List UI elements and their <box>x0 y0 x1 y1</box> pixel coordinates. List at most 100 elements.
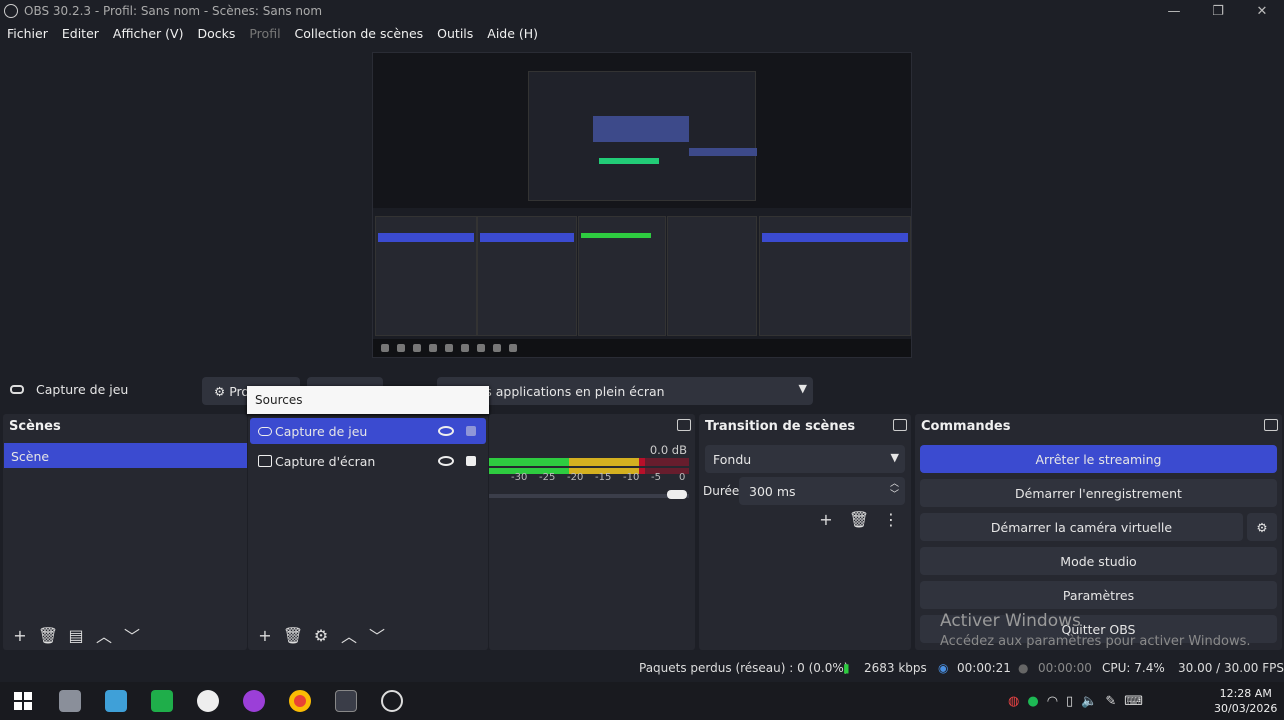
menu-aide[interactable]: Aide (H) <box>480 26 545 41</box>
move-source-down-button[interactable]: ﹀ <box>366 624 388 646</box>
mixer-db-value: 0.0 dB <box>649 443 687 457</box>
app-icon-3[interactable] <box>151 690 173 712</box>
transition-more-button[interactable]: ⋮ <box>880 508 902 530</box>
signal-bars-icon: ▮ <box>843 661 850 675</box>
float-dock-icon[interactable] <box>677 419 691 431</box>
meter-segment-inactive <box>645 458 689 466</box>
meter-tick-label: -15 <box>595 472 612 483</box>
menu-docks[interactable]: Docks <box>190 26 242 41</box>
system-tray-icons: ◍ ● ◠ ▯ 🔈 ✎ ⌨ <box>1008 694 1143 709</box>
add-source-button[interactable]: + <box>254 624 276 646</box>
gear-icon: ⚙ <box>313 625 329 645</box>
lock-icon[interactable] <box>466 456 476 466</box>
program-preview[interactable] <box>372 52 912 358</box>
gear-icon: ⚙ <box>214 383 226 399</box>
meter-tick-label: -25 <box>539 472 556 483</box>
source-properties-button[interactable]: ⚙ <box>310 624 332 646</box>
sources-tooltip-header: Sources <box>247 386 489 414</box>
trash-icon: 🗑 <box>282 625 304 645</box>
audio-mixer-dock: 0.0 dB -30 -25 -20 -15 -10 -5 0 <box>489 414 695 650</box>
lock-icon[interactable] <box>466 426 476 436</box>
stop-streaming-button[interactable]: Arrêter le streaming <box>920 445 1277 473</box>
visibility-eye-icon[interactable] <box>438 426 454 436</box>
trash-icon: 🗑 <box>848 509 870 529</box>
context-source-name: Capture de jeu <box>36 382 129 397</box>
remove-scene-button[interactable]: 🗑 <box>37 624 59 646</box>
gear-icon: ⚙ <box>1256 519 1268 535</box>
scene-filters-button[interactable]: ▤ <box>65 624 87 646</box>
gamepad-icon <box>10 385 24 394</box>
menu-profil[interactable]: Profil <box>242 26 287 41</box>
source-item-screen-capture[interactable]: Capture d'écran <box>250 448 486 474</box>
remove-transition-button[interactable]: 🗑 <box>848 508 870 530</box>
app-tray-icon[interactable]: ◍ <box>1008 694 1019 709</box>
move-scene-down-button[interactable]: ﹀ <box>121 624 143 646</box>
menu-afficher[interactable]: Afficher (V) <box>106 26 191 41</box>
visibility-eye-icon[interactable] <box>438 456 454 466</box>
transition-select[interactable]: Fondu ▼ <box>705 445 905 473</box>
add-scene-button[interactable]: + <box>9 624 31 646</box>
capture-mode-value: r les applications en plein écran <box>465 383 665 399</box>
start-virtual-camera-button[interactable]: Démarrer la caméra virtuelle <box>920 513 1243 541</box>
remove-source-button[interactable]: 🗑 <box>282 624 304 646</box>
move-scene-up-button[interactable]: ︿ <box>93 624 115 646</box>
chevron-up-icon: ︿ <box>340 627 357 646</box>
float-dock-icon[interactable] <box>1264 419 1278 431</box>
minimize-button[interactable]: — <box>1152 0 1196 22</box>
keyboard-tray-icon[interactable]: ⌨ <box>1124 694 1143 709</box>
app-icon-1[interactable] <box>59 690 81 712</box>
spin-arrows-icon[interactable]: ︿ ﹀ <box>890 479 899 501</box>
network-tray-icon[interactable]: ◠ <box>1047 694 1058 709</box>
volume-tray-icon[interactable]: 🔈 <box>1081 694 1097 709</box>
context-bar: Capture de jeu ⚙ Pro r les applications … <box>0 374 1284 408</box>
spotify-tray-icon[interactable]: ● <box>1027 694 1038 709</box>
move-source-up-button[interactable]: ︿ <box>338 624 360 646</box>
clock-app-icon[interactable] <box>197 690 219 712</box>
meter-tick-label: -10 <box>623 472 640 483</box>
volume-slider-track[interactable] <box>489 494 689 498</box>
virtual-camera-settings-button[interactable]: ⚙ <box>1247 513 1277 541</box>
start-recording-button[interactable]: Démarrer l'enregistrement <box>920 479 1277 507</box>
chevron-down-icon: ▼ <box>890 451 899 464</box>
windows-start-icon[interactable] <box>12 690 34 712</box>
scenes-title: Scènes <box>9 419 61 434</box>
menu-collection-scenes[interactable]: Collection de scènes <box>288 26 431 41</box>
battery-tray-icon[interactable]: ▯ <box>1066 694 1073 709</box>
cpu-usage: CPU: 7.4% <box>1102 661 1165 675</box>
status-bar: Paquets perdus (réseau) : 0 (0.0%) ▮ 268… <box>0 656 1284 680</box>
source-item-game-capture[interactable]: Capture de jeu <box>250 418 486 444</box>
trash-icon: 🗑 <box>37 625 59 645</box>
maximize-button[interactable]: ❐ <box>1196 0 1240 22</box>
menu-editer[interactable]: Editer <box>55 26 106 41</box>
float-dock-icon[interactable] <box>893 419 907 431</box>
menu-outils[interactable]: Outils <box>430 26 480 41</box>
controls-title: Commandes <box>921 419 1011 434</box>
terminal-icon[interactable] <box>335 690 357 712</box>
preview-dock-controls <box>759 216 911 336</box>
volume-slider-handle[interactable] <box>667 490 687 499</box>
app-icon-2[interactable] <box>105 690 127 712</box>
add-transition-button[interactable]: + <box>815 508 837 530</box>
record-time: 00:00:00 <box>1038 661 1092 675</box>
duration-spinbox[interactable]: 300 ms ︿ ﹀ <box>739 477 905 505</box>
obs-taskbar-icon[interactable] <box>381 690 403 712</box>
app-icon-5[interactable] <box>243 690 265 712</box>
settings-button[interactable]: Paramètres <box>920 581 1277 609</box>
meter-tick-label: 0 <box>679 472 686 483</box>
menu-fichier[interactable]: Fichier <box>0 26 55 41</box>
source-label: Capture d'écran <box>275 453 376 469</box>
fps: 30.00 / 30.00 FPS <box>1178 661 1284 675</box>
preview-inner-window <box>528 71 757 201</box>
scene-item[interactable]: Scène <box>4 443 247 468</box>
tray-clock[interactable]: 12:28 AM 30/03/2026 <box>1214 686 1277 716</box>
pen-tray-icon[interactable]: ✎ <box>1105 694 1116 709</box>
close-button[interactable]: ✕ <box>1240 0 1284 22</box>
capture-mode-select[interactable]: r les applications en plein écran ▼ <box>437 377 813 405</box>
menu-bar: Fichier Editer Afficher (V) Docks Profil… <box>0 22 1284 44</box>
scenes-toolbar: + 🗑 ▤ ︿ ﹀ <box>9 624 143 647</box>
chrome-icon[interactable] <box>289 690 311 712</box>
preview-taskbar <box>373 339 911 357</box>
chevron-down-icon: ﹀ <box>368 627 385 646</box>
studio-mode-button[interactable]: Mode studio <box>920 547 1277 575</box>
record-status-icon: ● <box>1018 661 1029 675</box>
